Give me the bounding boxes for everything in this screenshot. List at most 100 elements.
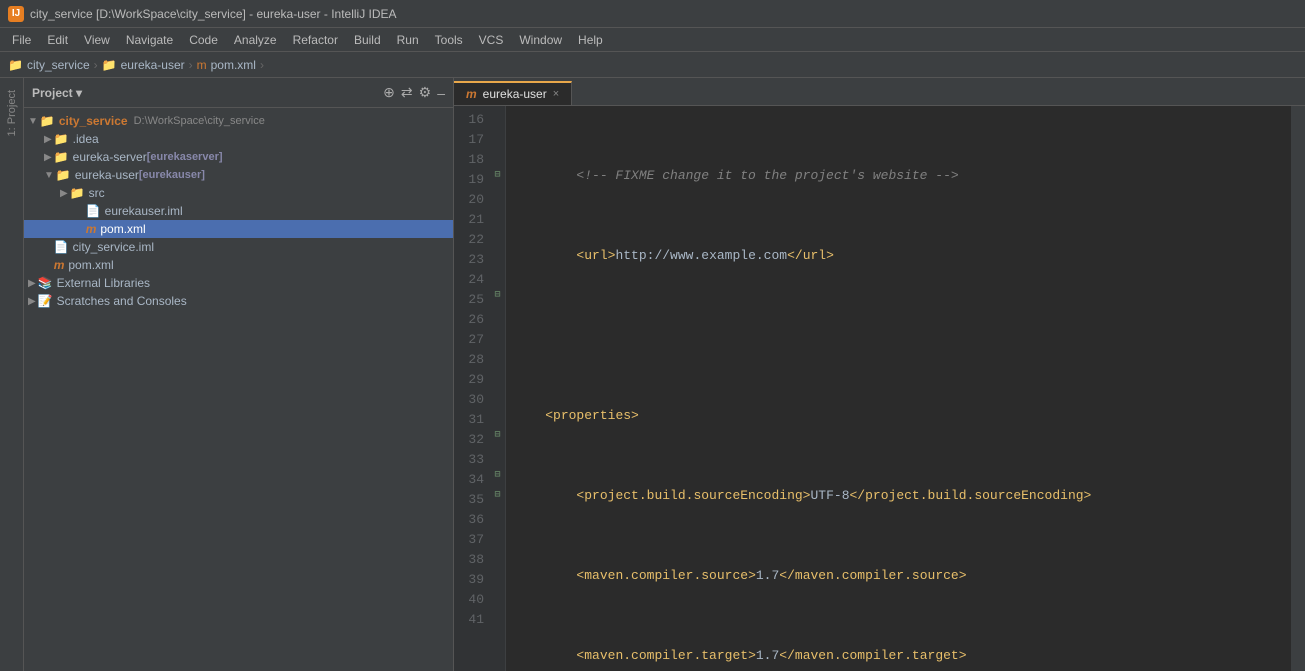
folder-icon: 📁	[56, 168, 71, 182]
tree-label: eurekauser.iml	[105, 204, 183, 218]
menu-item-code[interactable]: Code	[181, 31, 226, 49]
code-line-21: <maven.compiler.source>1.7</maven.compil…	[514, 566, 1283, 586]
breadcrumb-folder-icon: 📁	[8, 58, 23, 72]
folder-icon: 📁	[70, 186, 85, 200]
breadcrumb: 📁 city_service › 📁 eureka-user › m pom.x…	[0, 52, 1305, 78]
menu-item-tools[interactable]: Tools	[427, 31, 471, 49]
tab-file-icon: m	[466, 87, 477, 101]
menu-item-help[interactable]: Help	[570, 31, 611, 49]
tree-item-src[interactable]: ▶ 📁 src	[24, 184, 453, 202]
folder-icon: 📁	[54, 150, 69, 164]
tab-eureka-user[interactable]: m eureka-user ×	[454, 81, 572, 105]
menu-item-window[interactable]: Window	[511, 31, 570, 49]
settings-icon[interactable]: ⚙	[419, 84, 432, 101]
tree-item-eureka-user[interactable]: ▼ 📁 eureka-user [eurekauser]	[24, 166, 453, 184]
tree-item-city-service-iml[interactable]: ▶ 📄 city_service.iml	[24, 238, 453, 256]
tree-item-eureka-server[interactable]: ▶ 📁 eureka-server [eurekaserver]	[24, 148, 453, 166]
sidebar: Project ▾ ⊕ ⇄ ⚙ – ▼ 📁 city_service D:\Wo…	[24, 78, 454, 671]
tree-item-city-service[interactable]: ▼ 📁 city_service D:\WorkSpace\city_servi…	[24, 112, 453, 130]
menu-item-view[interactable]: View	[76, 31, 118, 49]
breadcrumb-folder-icon2: 📁	[102, 58, 117, 72]
folder-icon: 📁	[40, 114, 55, 128]
tab-close-btn[interactable]: ×	[553, 88, 559, 100]
line-numbers: 16 17 18 19 20 21 22 23 24 25 26 27 28 2…	[454, 106, 490, 671]
window-title: city_service [D:\WorkSpace\city_service]…	[30, 7, 397, 21]
menu-item-run[interactable]: Run	[389, 31, 427, 49]
expand-arrow: ▼	[28, 116, 38, 127]
tree-label: city_service	[59, 114, 128, 128]
tree-sublabel: D:\WorkSpace\city_service	[134, 115, 265, 127]
fold-btn-34[interactable]: ⊟	[490, 466, 505, 486]
menubar: FileEditViewNavigateCodeAnalyzeRefactorB…	[0, 28, 1305, 52]
iml-icon: 📄	[86, 204, 101, 218]
tree-label: Scratches and Consoles	[57, 294, 187, 308]
vertical-toolbar: 1: Project	[0, 78, 24, 671]
hide-icon[interactable]: –	[437, 85, 445, 101]
tree-label: External Libraries	[57, 276, 150, 290]
breadcrumb-pom-xml: m	[197, 58, 207, 72]
menu-item-vcs[interactable]: VCS	[471, 31, 512, 49]
expand-arrow: ▶	[60, 188, 68, 199]
sidebar-header: Project ▾ ⊕ ⇄ ⚙ –	[24, 78, 453, 108]
xml-icon2: m	[54, 258, 65, 272]
tree-item-external-libraries[interactable]: ▶ 📚 External Libraries	[24, 274, 453, 292]
menu-item-analyze[interactable]: Analyze	[226, 31, 285, 49]
expand-arrow: ▶	[44, 152, 52, 163]
code-line-16: <!-- FIXME change it to the project's we…	[514, 166, 1283, 186]
library-icon: 📚	[38, 276, 53, 290]
fold-btn-19[interactable]: ⊟	[490, 166, 505, 186]
tab-label: eureka-user	[483, 87, 547, 101]
project-tool-window-btn[interactable]: 1: Project	[4, 86, 20, 140]
menu-item-build[interactable]: Build	[346, 31, 389, 49]
collapse-icon[interactable]: ⇄	[401, 84, 413, 101]
menu-item-edit[interactable]: Edit	[39, 31, 76, 49]
code-line-19: <properties>	[514, 406, 1283, 426]
breadcrumb-eureka-user[interactable]: eureka-user	[121, 58, 185, 72]
tree-label: pom.xml	[100, 222, 145, 236]
sidebar-actions: ⊕ ⇄ ⚙ –	[383, 84, 445, 101]
folder-icon: 📁	[54, 132, 69, 146]
tree-item-pom-xml[interactable]: ▶ m pom.xml	[24, 220, 453, 238]
fold-btn-25[interactable]: ⊟	[490, 286, 505, 306]
xml-icon: m	[86, 222, 97, 236]
tree-label: city_service.iml	[73, 240, 154, 254]
sidebar-title: Project ▾	[32, 86, 82, 100]
code-line-17: <url>http://www.example.com</url>	[514, 246, 1283, 266]
breadcrumb-city-service[interactable]: city_service	[27, 58, 90, 72]
code-content[interactable]: <!-- FIXME change it to the project's we…	[506, 106, 1291, 671]
editor-tabs: m eureka-user ×	[454, 78, 1305, 106]
expand-arrow: ▶	[28, 278, 36, 289]
fold-btn-32[interactable]: ⊟	[490, 426, 505, 446]
app-icon: IJ	[8, 6, 24, 22]
code-line-20: <project.build.sourceEncoding>UTF-8</pro…	[514, 486, 1283, 506]
tree-item-idea[interactable]: ▶ 📁 .idea	[24, 130, 453, 148]
tree-item-pom-xml-root[interactable]: ▶ m pom.xml	[24, 256, 453, 274]
menu-item-navigate[interactable]: Navigate	[118, 31, 181, 49]
tree-bracket-label: [eurekauser]	[139, 169, 205, 181]
tree-bracket-label: [eurekaserver]	[147, 151, 223, 163]
code-editor[interactable]: 16 17 18 19 20 21 22 23 24 25 26 27 28 2…	[454, 106, 1305, 671]
sidebar-tree: ▼ 📁 city_service D:\WorkSpace\city_servi…	[24, 108, 453, 671]
menu-item-refactor[interactable]: Refactor	[285, 31, 346, 49]
expand-arrow: ▼	[44, 170, 54, 181]
tree-label: pom.xml	[68, 258, 113, 272]
tree-item-scratches[interactable]: ▶ 📝 Scratches and Consoles	[24, 292, 453, 310]
breadcrumb-pom-xml-label[interactable]: pom.xml	[211, 58, 256, 72]
iml-icon2: 📄	[54, 240, 69, 254]
fold-btn-35[interactable]: ⊟	[490, 486, 505, 506]
tree-label: eureka-user	[75, 168, 139, 182]
fold-gutter: ⊟ ⊟ ⊟ ⊟ ⊟	[490, 106, 506, 671]
expand-arrow: ▶	[28, 296, 36, 307]
add-icon[interactable]: ⊕	[383, 84, 395, 101]
main-layout: 1: Project Project ▾ ⊕ ⇄ ⚙ – ▼ 📁 city_se…	[0, 78, 1305, 671]
right-gutter-scrollbar[interactable]	[1291, 106, 1305, 671]
tree-label: eureka-server	[73, 150, 147, 164]
scratch-icon: 📝	[38, 294, 53, 308]
tree-item-eurekauser-iml[interactable]: ▶ 📄 eurekauser.iml	[24, 202, 453, 220]
code-line-18	[514, 326, 1283, 346]
code-line-22: <maven.compiler.target>1.7</maven.compil…	[514, 646, 1283, 666]
titlebar: IJ city_service [D:\WorkSpace\city_servi…	[0, 0, 1305, 28]
expand-arrow: ▶	[44, 134, 52, 145]
tree-label: src	[89, 186, 105, 200]
menu-item-file[interactable]: File	[4, 31, 39, 49]
